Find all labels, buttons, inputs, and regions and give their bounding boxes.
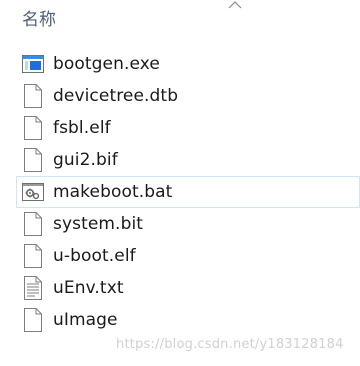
file-item-makeboot-bat[interactable]: makeboot.bat — [16, 176, 360, 208]
file-name: makeboot.bat — [53, 182, 173, 202]
file-name: gui2.bif — [53, 150, 118, 170]
file-name: uEnv.txt — [53, 278, 124, 298]
generic-file-icon — [22, 116, 44, 140]
file-name: system.bit — [53, 214, 144, 234]
generic-file-icon — [22, 148, 44, 172]
watermark-text: https://blog.csdn.net/y183128184 — [116, 337, 344, 352]
file-name: devicetree.dtb — [53, 86, 179, 106]
file-name: fsbl.elf — [53, 118, 111, 138]
name-column-header[interactable]: 名称 — [22, 8, 56, 32]
file-item-bootgen-exe[interactable]: bootgen.exe — [0, 48, 360, 80]
sort-ascending-chevron-icon — [228, 1, 242, 9]
exe-app-icon — [22, 52, 44, 76]
file-list: bootgen.exe devicetree.dtb fsbl.elf gui2… — [0, 48, 360, 336]
file-name: u-boot.elf — [53, 246, 136, 266]
file-item-u-boot-elf[interactable]: u-boot.elf — [0, 240, 360, 272]
generic-file-icon — [22, 212, 44, 236]
file-item-system-bit[interactable]: system.bit — [0, 208, 360, 240]
generic-file-icon — [22, 84, 44, 108]
batch-file-gear-icon — [22, 180, 44, 204]
generic-file-icon — [22, 308, 44, 332]
file-item-uimage[interactable]: uImage — [0, 304, 360, 336]
file-name: uImage — [53, 310, 118, 330]
file-item-fsbl-elf[interactable]: fsbl.elf — [0, 112, 360, 144]
file-name: bootgen.exe — [53, 54, 160, 74]
file-item-gui2-bif[interactable]: gui2.bif — [0, 144, 360, 176]
generic-file-icon — [22, 244, 44, 268]
text-file-icon — [22, 276, 44, 300]
file-item-uenv-txt[interactable]: uEnv.txt — [0, 272, 360, 304]
file-item-devicetree-dtb[interactable]: devicetree.dtb — [0, 80, 360, 112]
